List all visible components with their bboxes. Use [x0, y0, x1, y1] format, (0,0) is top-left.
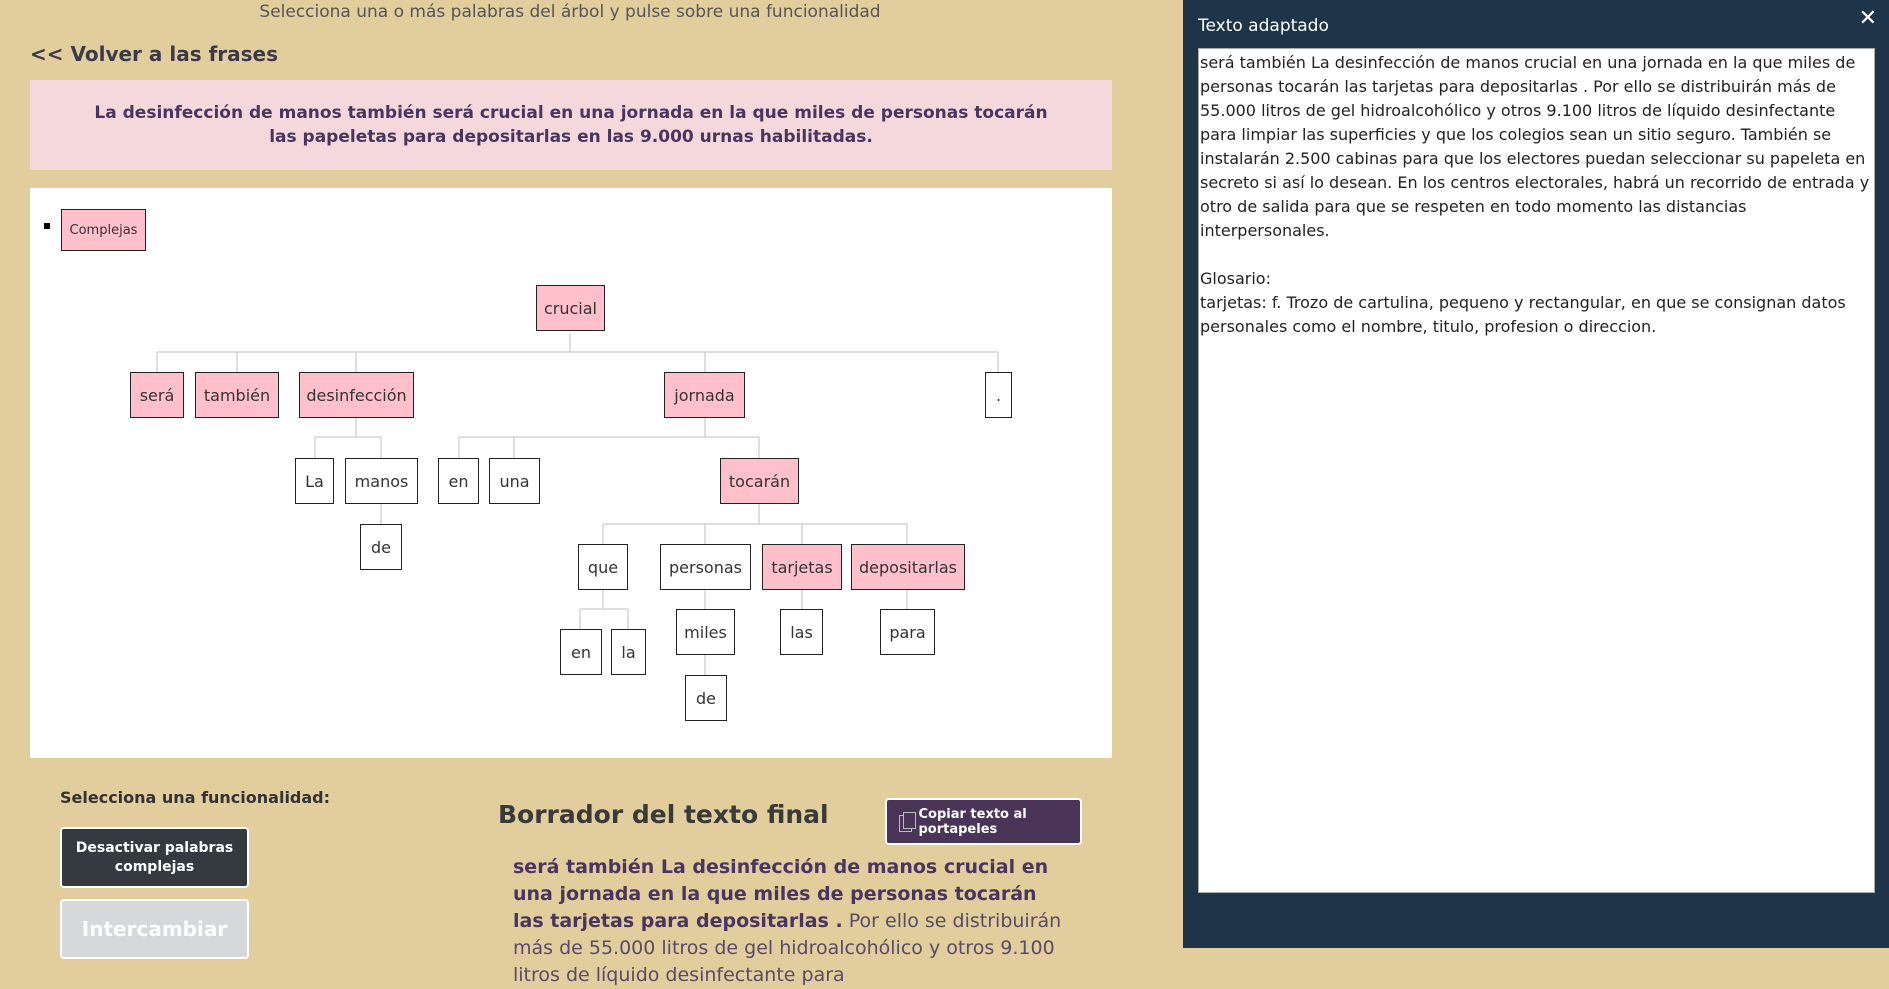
deactivate-complex-words-button[interactable]: Desactivar palabras complejas: [60, 827, 249, 888]
copy-icon: [899, 811, 917, 832]
draft-text: será también La desinfección de manos cr…: [513, 854, 1073, 989]
adapted-text-panel: Texto adaptado ✕ será también La desinfe…: [1183, 0, 1889, 948]
tree-node-las[interactable]: las: [780, 609, 823, 655]
tree-node-jornada[interactable]: jornada: [664, 372, 745, 418]
tree-node-la-2[interactable]: la: [611, 629, 646, 675]
tree-node-de[interactable]: de: [360, 524, 402, 570]
functionality-title: Selecciona una funcionalidad:: [60, 788, 331, 807]
tree-node-period[interactable]: .: [985, 372, 1012, 418]
tree-node-miles[interactable]: miles: [676, 609, 735, 655]
tree-node-sera[interactable]: será: [130, 372, 184, 418]
copy-to-clipboard-button[interactable]: Copiar texto al portapeles: [885, 798, 1082, 845]
instruction-text: Selecciona una o más palabras del árbol …: [259, 2, 881, 22]
tree-node-en[interactable]: en: [438, 458, 479, 504]
syntax-tree-panel: Complejas crucial será también desinfecc…: [30, 188, 1112, 758]
tree-node-manos[interactable]: manos: [345, 458, 418, 504]
tree-node-tarjetas[interactable]: tarjetas: [762, 544, 842, 590]
tree-node-para[interactable]: para: [880, 609, 935, 655]
tree-node-depositarlas[interactable]: depositarlas: [851, 544, 965, 590]
original-sentence: La desinfección de manos también será cr…: [94, 103, 1048, 147]
adapted-text-area[interactable]: será también La desinfección de manos cr…: [1198, 48, 1875, 893]
tree-node-tocaran[interactable]: tocarán: [720, 458, 799, 504]
sentence-box: La desinfección de manos también será cr…: [30, 80, 1112, 170]
main-area: Selecciona una o más palabras del árbol …: [0, 0, 1183, 986]
tree-node-crucial[interactable]: crucial: [536, 285, 605, 331]
tree-node-en-2[interactable]: en: [560, 629, 602, 675]
tree-node-que[interactable]: que: [578, 544, 628, 590]
tree-node-la[interactable]: La: [295, 458, 334, 504]
swap-button[interactable]: Intercambiar: [60, 899, 249, 959]
back-to-sentences-link[interactable]: << Volver a las frases: [30, 42, 278, 66]
tree-node-personas[interactable]: personas: [660, 544, 751, 590]
draft-title: Borrador del texto final: [498, 800, 829, 829]
tree-node-una[interactable]: una: [489, 458, 540, 504]
adapted-panel-title: Texto adaptado: [1198, 16, 1329, 36]
tree-node-desinfeccion[interactable]: desinfección: [299, 372, 414, 418]
tree-node-de-2[interactable]: de: [685, 675, 727, 721]
tree-node-tambien[interactable]: también: [195, 372, 279, 418]
copy-button-label: Copiar texto al portapeles: [918, 806, 1027, 837]
close-icon[interactable]: ✕: [1859, 6, 1877, 31]
